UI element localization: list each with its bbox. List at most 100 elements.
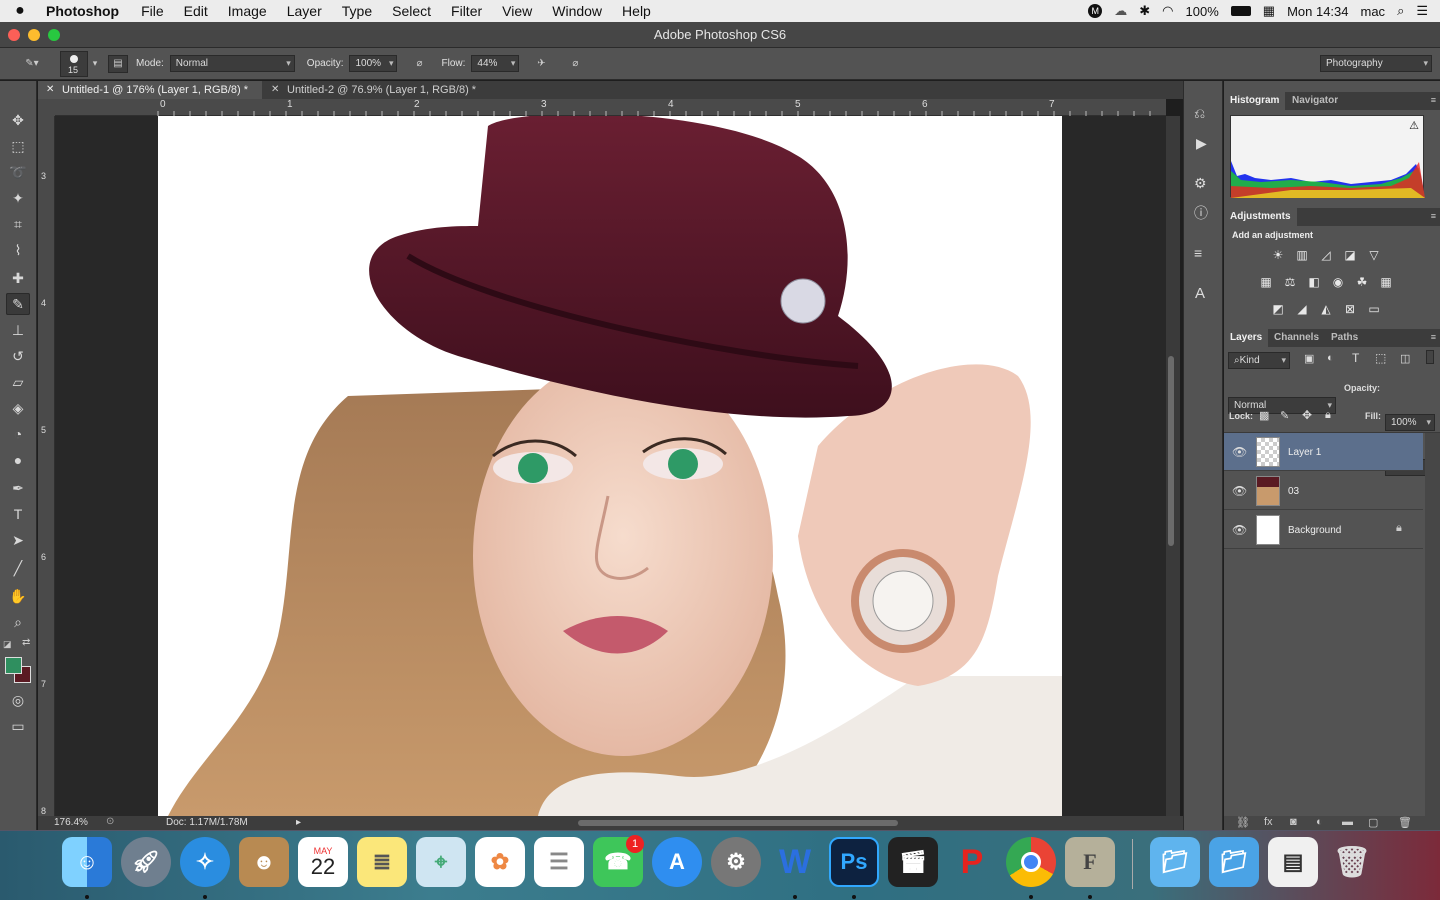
- vertical-scrollbar[interactable]: [1166, 116, 1180, 816]
- chrome-icon[interactable]: [1006, 837, 1056, 887]
- zoom-tool-icon[interactable]: ⌕: [6, 611, 30, 633]
- system-preferences-icon[interactable]: ⚙: [711, 837, 761, 887]
- menu-view[interactable]: View: [492, 3, 542, 19]
- vertical-scroll-thumb[interactable]: [1168, 356, 1174, 546]
- layer-style-icon[interactable]: fx: [1264, 816, 1273, 828]
- horizontal-ruler[interactable]: 0 1 2 3 4 5 6 7: [55, 99, 1166, 116]
- color-lookup-icon[interactable]: ▦: [1378, 275, 1394, 289]
- app-menu[interactable]: Photoshop: [40, 3, 131, 19]
- swap-colors-icon[interactable]: ⇄: [22, 637, 30, 648]
- channel-mixer-icon[interactable]: ☘: [1354, 275, 1370, 289]
- path-selection-tool-icon[interactable]: ➤: [6, 529, 30, 551]
- eraser-tool-icon[interactable]: ▱: [6, 371, 30, 393]
- curves-icon[interactable]: ◿: [1318, 248, 1334, 262]
- airbrush-icon[interactable]: ✈: [531, 58, 551, 69]
- layer-name[interactable]: 03: [1288, 486, 1299, 497]
- lock-all-icon[interactable]: 🔒︎: [1325, 409, 1331, 422]
- lock-image-icon[interactable]: ✎: [1280, 409, 1289, 422]
- tab-untitled-1[interactable]: ✕ Untitled-1 @ 176% (Layer 1, RGB/8) *: [38, 81, 262, 99]
- tab-channels[interactable]: Channels: [1268, 329, 1325, 347]
- link-layers-icon[interactable]: ⛓: [1236, 816, 1250, 829]
- trash-icon[interactable]: 🗑︎: [1327, 837, 1377, 887]
- menu-type[interactable]: Type: [332, 3, 382, 19]
- magic-wand-tool-icon[interactable]: ✦: [6, 187, 30, 209]
- brightness-contrast-icon[interactable]: ☀: [1270, 248, 1286, 262]
- mode-select[interactable]: Normal: [169, 55, 295, 72]
- smart-object-filter-icon[interactable]: ◫: [1400, 352, 1410, 365]
- info-panel-icon[interactable]: ⓘ: [1194, 203, 1208, 223]
- brush-size-arrow-icon[interactable]: ▾: [88, 58, 102, 69]
- status-arrow-icon[interactable]: ▸: [296, 817, 301, 828]
- document-stack-icon[interactable]: ▤: [1268, 837, 1318, 887]
- tab-untitled-2[interactable]: ✕ Untitled-2 @ 76.9% (Layer 1, RGB/8) *: [263, 81, 493, 99]
- document-canvas[interactable]: [158, 116, 1062, 816]
- calendar-icon[interactable]: MAY 22: [298, 837, 348, 887]
- pen-tool-icon[interactable]: ✒: [6, 477, 30, 499]
- gradient-map-icon[interactable]: ▭: [1366, 302, 1382, 316]
- menu-image[interactable]: Image: [218, 3, 277, 19]
- layer-filter-kind[interactable]: ⌕Kind: [1228, 352, 1290, 369]
- layer-row-background[interactable]: 👁︎ Background 🔒︎: [1224, 511, 1423, 549]
- opacity-input[interactable]: 100%: [349, 55, 398, 72]
- maps-icon[interactable]: ⌖: [416, 837, 466, 887]
- search-icon[interactable]: ⌕: [1397, 3, 1404, 19]
- pressure-opacity-icon[interactable]: ⌀: [409, 58, 429, 69]
- pixel-filter-icon[interactable]: ▣: [1304, 352, 1314, 365]
- close-window-button[interactable]: [8, 29, 20, 41]
- panel-menu-icon[interactable]: ≡: [1431, 211, 1436, 221]
- history-panel-icon[interactable]: ⎌: [1194, 105, 1205, 122]
- photo-filter-icon[interactable]: ◉: [1330, 275, 1346, 289]
- move-tool-icon[interactable]: ✥: [6, 109, 30, 131]
- new-adjustment-icon[interactable]: ◐: [1316, 816, 1323, 828]
- add-mask-icon[interactable]: ◙: [1290, 816, 1297, 828]
- eye-icon[interactable]: 👁︎: [1232, 523, 1247, 537]
- tab-adjustments[interactable]: Adjustments: [1224, 208, 1297, 226]
- safari-icon[interactable]: ✧: [180, 837, 230, 887]
- adjustment-filter-icon[interactable]: ◐: [1327, 352, 1334, 364]
- black-white-icon[interactable]: ◧: [1306, 275, 1322, 289]
- menu-help[interactable]: Help: [612, 3, 661, 19]
- bluetooth-icon[interactable]: ✱: [1139, 3, 1150, 19]
- powerpoint-icon[interactable]: P: [947, 837, 997, 887]
- zoom-window-button[interactable]: [48, 29, 60, 41]
- levels-icon[interactable]: ▥: [1294, 248, 1310, 262]
- menu-select[interactable]: Select: [382, 3, 441, 19]
- brush-tool-preset-icon[interactable]: ✎▾: [14, 58, 50, 69]
- brush-panel-toggle-icon[interactable]: ▤: [108, 54, 128, 73]
- threshold-icon[interactable]: ◭: [1318, 302, 1334, 316]
- layer-row-layer-1[interactable]: 👁︎ Layer 1: [1224, 433, 1423, 471]
- screen-mode-icon[interactable]: ▭: [6, 715, 30, 737]
- layers-scrollbar[interactable]: [1425, 433, 1440, 823]
- marquee-tool-icon[interactable]: ⬚: [6, 135, 30, 157]
- reminders-icon[interactable]: ☰: [534, 837, 584, 887]
- battery-icon[interactable]: [1230, 6, 1251, 16]
- canvas-area[interactable]: [55, 116, 1166, 816]
- invert-icon[interactable]: ◩: [1270, 302, 1286, 316]
- character-panel-icon[interactable]: A: [1195, 285, 1205, 302]
- eye-icon[interactable]: 👁︎: [1232, 484, 1247, 498]
- hue-saturation-icon[interactable]: ▦: [1258, 275, 1274, 289]
- posterize-icon[interactable]: ◢: [1294, 302, 1310, 316]
- blur-tool-icon[interactable]: ◔: [6, 423, 30, 445]
- paragraph-styles-icon[interactable]: ≡: [1194, 245, 1202, 261]
- shape-filter-icon[interactable]: ⬚: [1375, 351, 1386, 365]
- documents-folder-icon[interactable]: 📁︎: [1209, 837, 1259, 887]
- layer-opacity-input[interactable]: 100%: [1385, 414, 1435, 431]
- default-colors-icon[interactable]: ◪: [3, 639, 12, 650]
- menu-window[interactable]: Window: [542, 3, 612, 19]
- line-tool-icon[interactable]: ╱: [6, 557, 30, 579]
- menu-edit[interactable]: Edit: [174, 3, 218, 19]
- photos-icon[interactable]: ✿: [475, 837, 525, 887]
- list-icon[interactable]: ☰: [1416, 3, 1428, 19]
- notes-icon[interactable]: ≣: [357, 837, 407, 887]
- tab-histogram[interactable]: Histogram: [1224, 92, 1286, 110]
- delete-layer-icon[interactable]: 🗑︎: [1398, 816, 1412, 829]
- layer-name[interactable]: Layer 1: [1288, 447, 1321, 458]
- word-icon[interactable]: W: [770, 837, 820, 887]
- layer-name[interactable]: Background: [1288, 525, 1341, 536]
- app-store-icon[interactable]: A: [652, 837, 702, 887]
- menu-filter[interactable]: Filter: [441, 3, 492, 19]
- vertical-ruler[interactable]: 3 4 5 6 7 8: [38, 116, 55, 816]
- minimize-window-button[interactable]: [28, 29, 40, 41]
- m-status-icon[interactable]: M: [1088, 4, 1103, 18]
